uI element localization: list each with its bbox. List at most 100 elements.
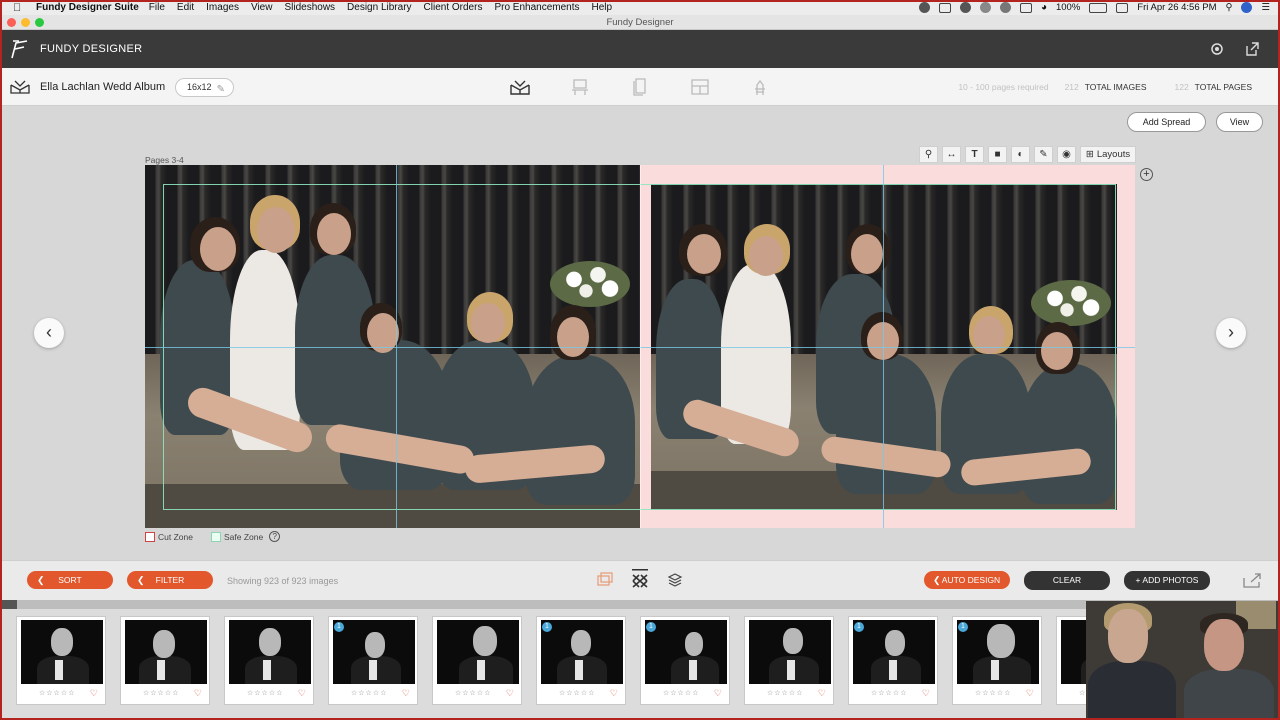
- menu-help[interactable]: Help: [592, 2, 613, 13]
- siri-icon[interactable]: [1241, 2, 1253, 13]
- menu-view[interactable]: View: [251, 2, 273, 13]
- rating-stars[interactable]: ☆☆☆☆☆: [143, 689, 179, 697]
- favorite-heart-icon[interactable]: ♡: [610, 688, 618, 699]
- thumbnail-suit: [139, 656, 191, 684]
- creative-cloud-icon[interactable]: [959, 2, 971, 13]
- width-arrow-icon[interactable]: ↔: [942, 146, 961, 163]
- rating-stars[interactable]: ☆☆☆☆☆: [767, 689, 803, 697]
- rating-stars[interactable]: ☆☆☆☆☆: [975, 689, 1011, 697]
- add-photos-button[interactable]: + ADD PHOTOS: [1124, 571, 1210, 590]
- record-icon[interactable]: [979, 2, 991, 13]
- share-export-icon[interactable]: [1242, 572, 1262, 588]
- add-element-plus-icon[interactable]: +: [1140, 168, 1153, 181]
- view-button[interactable]: View: [1216, 112, 1263, 132]
- eyedropper-icon[interactable]: ✎: [1034, 146, 1053, 163]
- battery-icon[interactable]: [1089, 2, 1108, 13]
- menu-pro-enhancements[interactable]: Pro Enhancements: [494, 2, 579, 13]
- album-spread-canvas[interactable]: [145, 165, 1135, 528]
- wifi-icon[interactable]: ◕: [1041, 2, 1047, 13]
- stacked-photos-icon[interactable]: [597, 572, 613, 588]
- favorite-heart-icon[interactable]: ♡: [922, 688, 930, 699]
- rating-stars[interactable]: ☆☆☆☆☆: [663, 689, 699, 697]
- filmstrip-thumbnail[interactable]: ☆☆☆☆☆ ♡: [224, 616, 314, 705]
- safe-zone-checkbox[interactable]: [210, 531, 221, 542]
- apple-icon[interactable]: : [13, 2, 27, 14]
- card-mode-icon[interactable]: [630, 77, 650, 97]
- filmstrip-thumbnail[interactable]: ☆☆☆☆☆ ♡ 1: [640, 616, 730, 705]
- wall-art-mode-icon[interactable]: [570, 77, 590, 97]
- thumbnail-face: [987, 624, 1015, 658]
- next-spread-button[interactable]: ›: [1216, 318, 1246, 348]
- rating-stars[interactable]: ☆☆☆☆☆: [247, 689, 283, 697]
- favorite-heart-icon[interactable]: ♡: [1026, 688, 1034, 699]
- hand-order-mode-icon[interactable]: [750, 77, 770, 97]
- thumbnail-shirt: [991, 660, 999, 680]
- filmstrip-thumbnail[interactable]: ☆☆☆☆☆ ♡ 1: [848, 616, 938, 705]
- favorite-heart-icon[interactable]: ♡: [506, 688, 514, 699]
- skype-icon[interactable]: [918, 2, 930, 13]
- zoom-icon[interactable]: ⚲: [919, 146, 938, 163]
- airplay-icon[interactable]: [1019, 2, 1032, 13]
- menu-client-orders[interactable]: Client Orders: [424, 2, 483, 13]
- open-external-icon[interactable]: [1244, 41, 1260, 57]
- grid-view-icon[interactable]: [632, 569, 648, 589]
- filmstrip-thumbnail[interactable]: ☆☆☆☆☆ ♡: [432, 616, 522, 705]
- zone-legend: Cut Zone Safe Zone ?: [145, 531, 281, 542]
- album-size-selector[interactable]: 16x12 ✎: [175, 78, 234, 97]
- blog-collage-mode-icon[interactable]: [690, 77, 710, 97]
- favorite-heart-icon[interactable]: ♡: [714, 688, 722, 699]
- timemachine-icon[interactable]: [999, 2, 1011, 13]
- auto-design-button[interactable]: ❮ AUTO DESIGN: [924, 571, 1010, 589]
- menu-file[interactable]: File: [149, 2, 165, 13]
- menu-slideshows[interactable]: Slideshows: [284, 2, 335, 13]
- help-icon[interactable]: ?: [269, 531, 281, 542]
- favorite-heart-icon[interactable]: ♡: [818, 688, 826, 699]
- text-tool-icon[interactable]: T: [965, 146, 984, 163]
- album-name[interactable]: Ella Lachlan Wedd Album: [40, 81, 165, 93]
- layers-icon[interactable]: [667, 572, 683, 588]
- filmstrip-thumbnail[interactable]: ☆☆☆☆☆ ♡ 1: [536, 616, 626, 705]
- album-mode-icon[interactable]: [510, 77, 530, 97]
- filmstrip-thumbnail[interactable]: ☆☆☆☆☆ ♡: [16, 616, 106, 705]
- menubar-clock[interactable]: Fri Apr 26 4:56 PM: [1137, 2, 1216, 13]
- close-window-icon[interactable]: [7, 18, 16, 27]
- rating-stars[interactable]: ☆☆☆☆☆: [871, 689, 907, 697]
- filmstrip-thumbnail[interactable]: ☆☆☆☆☆ ♡: [744, 616, 834, 705]
- favorite-heart-icon[interactable]: ♡: [194, 688, 202, 699]
- album-icon[interactable]: [10, 79, 30, 95]
- minimize-window-icon[interactable]: [21, 18, 30, 27]
- filter-button[interactable]: ❮ FILTER: [127, 571, 213, 589]
- rating-stars[interactable]: ☆☆☆☆☆: [559, 689, 595, 697]
- favorite-heart-icon[interactable]: ♡: [402, 688, 410, 699]
- spotlight-icon[interactable]: ⚲: [1226, 2, 1233, 13]
- zoom-window-icon[interactable]: [35, 18, 44, 27]
- preview-eye-icon[interactable]: ◉: [1057, 146, 1076, 163]
- shape-square-icon[interactable]: ■: [988, 146, 1007, 163]
- add-spread-button[interactable]: Add Spread: [1127, 112, 1206, 132]
- window-icon[interactable]: [938, 2, 951, 13]
- flag-icon[interactable]: [1116, 2, 1129, 13]
- rating-stars[interactable]: ☆☆☆☆☆: [351, 689, 387, 697]
- thumbnail-face: [473, 626, 497, 656]
- menu-images[interactable]: Images: [206, 2, 239, 13]
- filmstrip-thumbnail[interactable]: ☆☆☆☆☆ ♡: [120, 616, 210, 705]
- menu-app-name[interactable]: Fundy Designer Suite: [36, 2, 139, 13]
- filmstrip-thumbnail[interactable]: ☆☆☆☆☆ ♡ 1: [328, 616, 418, 705]
- rating-stars[interactable]: ☆☆☆☆☆: [455, 689, 491, 697]
- notification-center-icon[interactable]: ☰: [1261, 2, 1270, 13]
- thumbnail-face: [153, 630, 175, 658]
- favorite-heart-icon[interactable]: ♡: [90, 688, 98, 699]
- favorite-heart-icon[interactable]: ♡: [298, 688, 306, 699]
- thumbnail-image: [645, 620, 727, 684]
- settings-gear-icon[interactable]: [1209, 41, 1225, 57]
- clear-button[interactable]: CLEAR: [1024, 571, 1110, 590]
- menu-edit[interactable]: Edit: [177, 2, 194, 13]
- color-fill-icon[interactable]: ◐: [1011, 146, 1030, 163]
- sort-button[interactable]: ❮ SORT: [27, 571, 113, 589]
- menu-design-library[interactable]: Design Library: [347, 2, 411, 13]
- previous-spread-button[interactable]: ‹: [34, 318, 64, 348]
- filmstrip-thumbnail[interactable]: ☆☆☆☆☆ ♡ 1: [952, 616, 1042, 705]
- layouts-button[interactable]: ⊞ Layouts: [1080, 146, 1136, 163]
- cut-zone-checkbox[interactable]: [145, 531, 155, 542]
- rating-stars[interactable]: ☆☆☆☆☆: [39, 689, 75, 697]
